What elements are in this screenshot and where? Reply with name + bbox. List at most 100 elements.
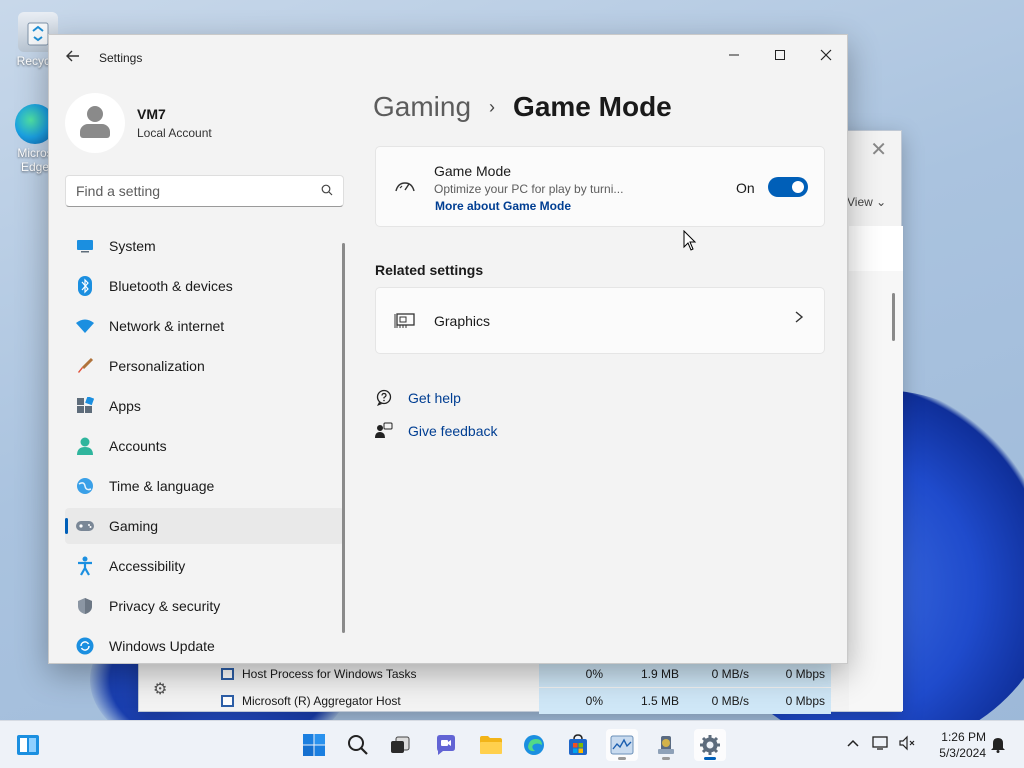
feedback-icon bbox=[375, 422, 393, 438]
get-help-icon bbox=[376, 389, 392, 406]
accounts-icon bbox=[75, 436, 95, 456]
game-mode-description: Optimize your PC for play by turni... bbox=[434, 182, 624, 196]
app-taskbar-button[interactable] bbox=[650, 729, 682, 761]
title-bar[interactable]: Settings bbox=[49, 35, 847, 81]
sidebar-item-gaming[interactable]: Gaming bbox=[65, 508, 344, 544]
search-icon[interactable] bbox=[321, 184, 333, 196]
close-icon[interactable]: ✕ bbox=[870, 137, 887, 162]
network-icon bbox=[75, 316, 95, 336]
disk-value: 0 MB/s bbox=[711, 667, 749, 681]
gear-icon[interactable]: ⚙ bbox=[153, 679, 167, 699]
user-profile[interactable]: VM7 Local Account bbox=[65, 93, 212, 153]
sidebar-item-apps[interactable]: Apps bbox=[65, 388, 344, 424]
toggle-knob bbox=[792, 181, 804, 193]
get-help-row[interactable]: Get help bbox=[375, 389, 461, 407]
sidebar-item-personalization[interactable]: Personalization bbox=[65, 348, 344, 384]
clock-date: 5/3/2024 bbox=[939, 746, 986, 760]
search-box[interactable] bbox=[65, 175, 344, 207]
folder-icon bbox=[480, 736, 502, 754]
chat-icon bbox=[437, 735, 455, 755]
chevron-up-icon[interactable] bbox=[846, 735, 860, 751]
sidebar-item-label: System bbox=[109, 238, 156, 254]
breadcrumb-parent[interactable]: Gaming bbox=[373, 91, 471, 123]
view-label: View bbox=[847, 195, 873, 209]
profile-account-type: Local Account bbox=[137, 126, 212, 140]
graphics-card[interactable]: Graphics bbox=[375, 287, 825, 354]
sidebar-item-privacy[interactable]: Privacy & security bbox=[65, 588, 344, 624]
game-mode-title: Game Mode bbox=[434, 163, 512, 179]
process-metrics: 0% 1.5 MB 0 MB/s 0 Mbps bbox=[539, 688, 831, 714]
sidebar-item-label: Accessibility bbox=[109, 558, 186, 574]
window-title: Settings bbox=[99, 51, 143, 65]
task-view-button[interactable] bbox=[384, 729, 416, 761]
sidebar-item-network[interactable]: Network & internet bbox=[65, 308, 344, 344]
sidebar-item-system[interactable]: System bbox=[65, 228, 344, 264]
chevron-right-icon: › bbox=[489, 96, 496, 117]
game-mode-card: Game Mode Optimize your PC for play by t… bbox=[375, 146, 825, 227]
sidebar-item-bluetooth[interactable]: Bluetooth & devices bbox=[65, 268, 344, 304]
page-title: Game Mode bbox=[513, 91, 672, 122]
sidebar-item-label: Gaming bbox=[109, 518, 159, 534]
maximize-icon bbox=[775, 50, 785, 60]
sidebar-item-label: Bluetooth & devices bbox=[109, 278, 233, 294]
task-manager-taskbar-button[interactable] bbox=[606, 729, 638, 761]
gamepad-icon bbox=[75, 516, 95, 536]
related-settings-heading: Related settings bbox=[375, 262, 484, 278]
show-desktop-widgets-button[interactable] bbox=[12, 729, 44, 761]
task-manager-scrollbar[interactable] bbox=[892, 293, 895, 341]
control-panel-icon bbox=[658, 736, 674, 754]
clock[interactable]: 1:26 PM 5/3/2024 bbox=[928, 729, 986, 761]
teams-chat-button[interactable] bbox=[430, 729, 462, 761]
close-button[interactable] bbox=[803, 41, 847, 69]
volume-muted-icon[interactable] bbox=[898, 735, 916, 754]
start-button[interactable] bbox=[298, 729, 330, 761]
back-button[interactable] bbox=[63, 48, 83, 68]
settings-window[interactable]: Settings VM7 Local Account System Blue bbox=[48, 34, 848, 664]
task-manager-icon bbox=[610, 735, 634, 755]
person-icon bbox=[80, 106, 110, 140]
network-tray-icon[interactable] bbox=[872, 735, 890, 754]
sidebar-item-label: Apps bbox=[109, 398, 141, 414]
file-explorer-button[interactable] bbox=[475, 729, 507, 761]
sidebar-item-time-language[interactable]: Time & language bbox=[65, 468, 344, 504]
task-view-icon bbox=[391, 736, 410, 753]
graphics-label: Graphics bbox=[434, 313, 491, 329]
table-row[interactable]: Microsoft (R) Aggregator Host 0% 1.5 MB … bbox=[221, 688, 831, 714]
search-input[interactable] bbox=[76, 176, 316, 206]
more-about-game-mode-link[interactable]: More about Game Mode bbox=[435, 199, 571, 213]
get-help-link[interactable]: Get help bbox=[408, 390, 461, 406]
table-row[interactable]: Host Process for Windows Tasks 0% 1.9 MB… bbox=[221, 661, 831, 687]
give-feedback-row[interactable]: Give feedback bbox=[375, 422, 498, 440]
notification-icon[interactable] bbox=[990, 735, 1006, 756]
minimize-button[interactable] bbox=[711, 41, 757, 69]
sidebar-item-label: Privacy & security bbox=[109, 598, 221, 614]
nav-scrollbar[interactable] bbox=[342, 243, 345, 633]
sidebar-item-accounts[interactable]: Accounts bbox=[65, 428, 344, 464]
sidebar-item-accessibility[interactable]: Accessibility bbox=[65, 548, 344, 584]
task-manager-header bbox=[849, 226, 903, 271]
view-menu[interactable]: View ⌄ bbox=[847, 195, 886, 209]
running-indicator bbox=[618, 757, 626, 760]
close-icon bbox=[820, 49, 832, 61]
settings-taskbar-button[interactable] bbox=[694, 729, 726, 761]
process-name: Microsoft (R) Aggregator Host bbox=[242, 694, 401, 708]
mouse-pointer-icon bbox=[683, 230, 697, 251]
clock-time: 1:26 PM bbox=[941, 730, 986, 744]
microsoft-store-button[interactable] bbox=[562, 729, 594, 761]
sidebar-item-windows-update[interactable]: Windows Update bbox=[65, 628, 344, 663]
process-icon bbox=[221, 695, 234, 707]
cpu-value: 0% bbox=[585, 694, 603, 708]
running-indicator bbox=[662, 757, 670, 760]
toggle-state-label: On bbox=[736, 180, 755, 196]
settings-nav: System Bluetooth & devices Network & int… bbox=[65, 228, 344, 663]
give-feedback-link[interactable]: Give feedback bbox=[408, 423, 498, 439]
accessibility-icon bbox=[75, 556, 95, 576]
edge-browser-button[interactable] bbox=[518, 729, 550, 761]
game-mode-toggle[interactable] bbox=[768, 177, 808, 197]
memory-value: 1.5 MB bbox=[640, 694, 679, 708]
network-value: 0 Mbps bbox=[785, 667, 825, 681]
maximize-button[interactable] bbox=[757, 41, 803, 69]
back-arrow-icon bbox=[66, 50, 79, 62]
search-button[interactable] bbox=[342, 729, 374, 761]
selection-indicator bbox=[65, 518, 68, 534]
